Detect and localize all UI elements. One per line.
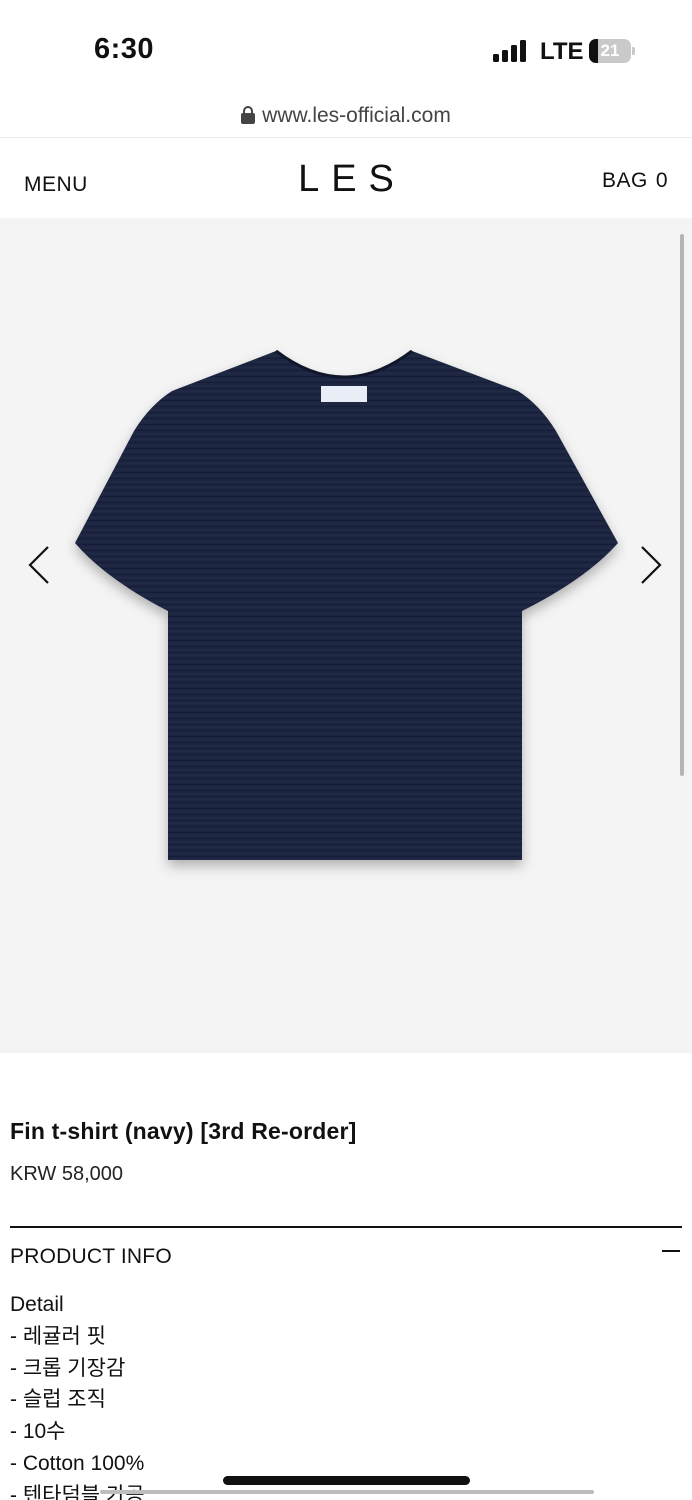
- detail-item: - 크롭 기장감: [10, 1356, 126, 1380]
- neck-label: [321, 386, 367, 402]
- network-type: LTE: [540, 38, 584, 65]
- detail-item: - Cotton 100%: [10, 1451, 145, 1475]
- browser-url-bar[interactable]: www.les-official.com: [0, 100, 692, 138]
- home-indicator[interactable]: [223, 1476, 470, 1485]
- bag-button[interactable]: BAG 0: [602, 169, 668, 193]
- product-image: [75, 349, 618, 860]
- detail-label: Detail: [10, 1293, 64, 1316]
- detail-item: - 레귤러 핏: [10, 1324, 106, 1348]
- lock-icon: [241, 106, 256, 124]
- product-info-heading[interactable]: PRODUCT INFO: [10, 1245, 172, 1269]
- site-header: MENU LES BAG 0: [0, 140, 692, 218]
- product-title: Fin t-shirt (navy) [3rd Re-order]: [10, 1118, 357, 1144]
- detail-item: - 10수: [10, 1420, 66, 1444]
- product-detail-list: Detail - 레귤러 핏 - 크롭 기장감 - 슬럽 조직 - 10수 - …: [10, 1289, 145, 1500]
- bag-count: 0: [655, 169, 668, 192]
- chevron-left-icon[interactable]: [24, 543, 54, 587]
- detail-item: - 슬럽 조직: [10, 1388, 106, 1412]
- divider: [10, 1226, 682, 1228]
- minus-icon[interactable]: [662, 1250, 680, 1252]
- status-time: 6:30: [94, 33, 155, 65]
- product-price: KRW 58,000: [10, 1163, 124, 1185]
- url-text: www.les-official.com: [262, 104, 451, 127]
- bag-label: BAG: [601, 169, 648, 192]
- signal-bars-icon: [493, 40, 529, 62]
- product-gallery[interactable]: [0, 218, 692, 1053]
- battery-level: 21: [600, 41, 620, 60]
- chevron-right-icon[interactable]: [636, 543, 666, 587]
- scrollbar[interactable]: [680, 234, 684, 776]
- battery-icon: 21: [589, 39, 635, 63]
- site-logo[interactable]: LES: [0, 158, 692, 201]
- status-bar: 6:30 LTE 21: [0, 0, 692, 100]
- browser-toolbar-edge: [100, 1490, 594, 1494]
